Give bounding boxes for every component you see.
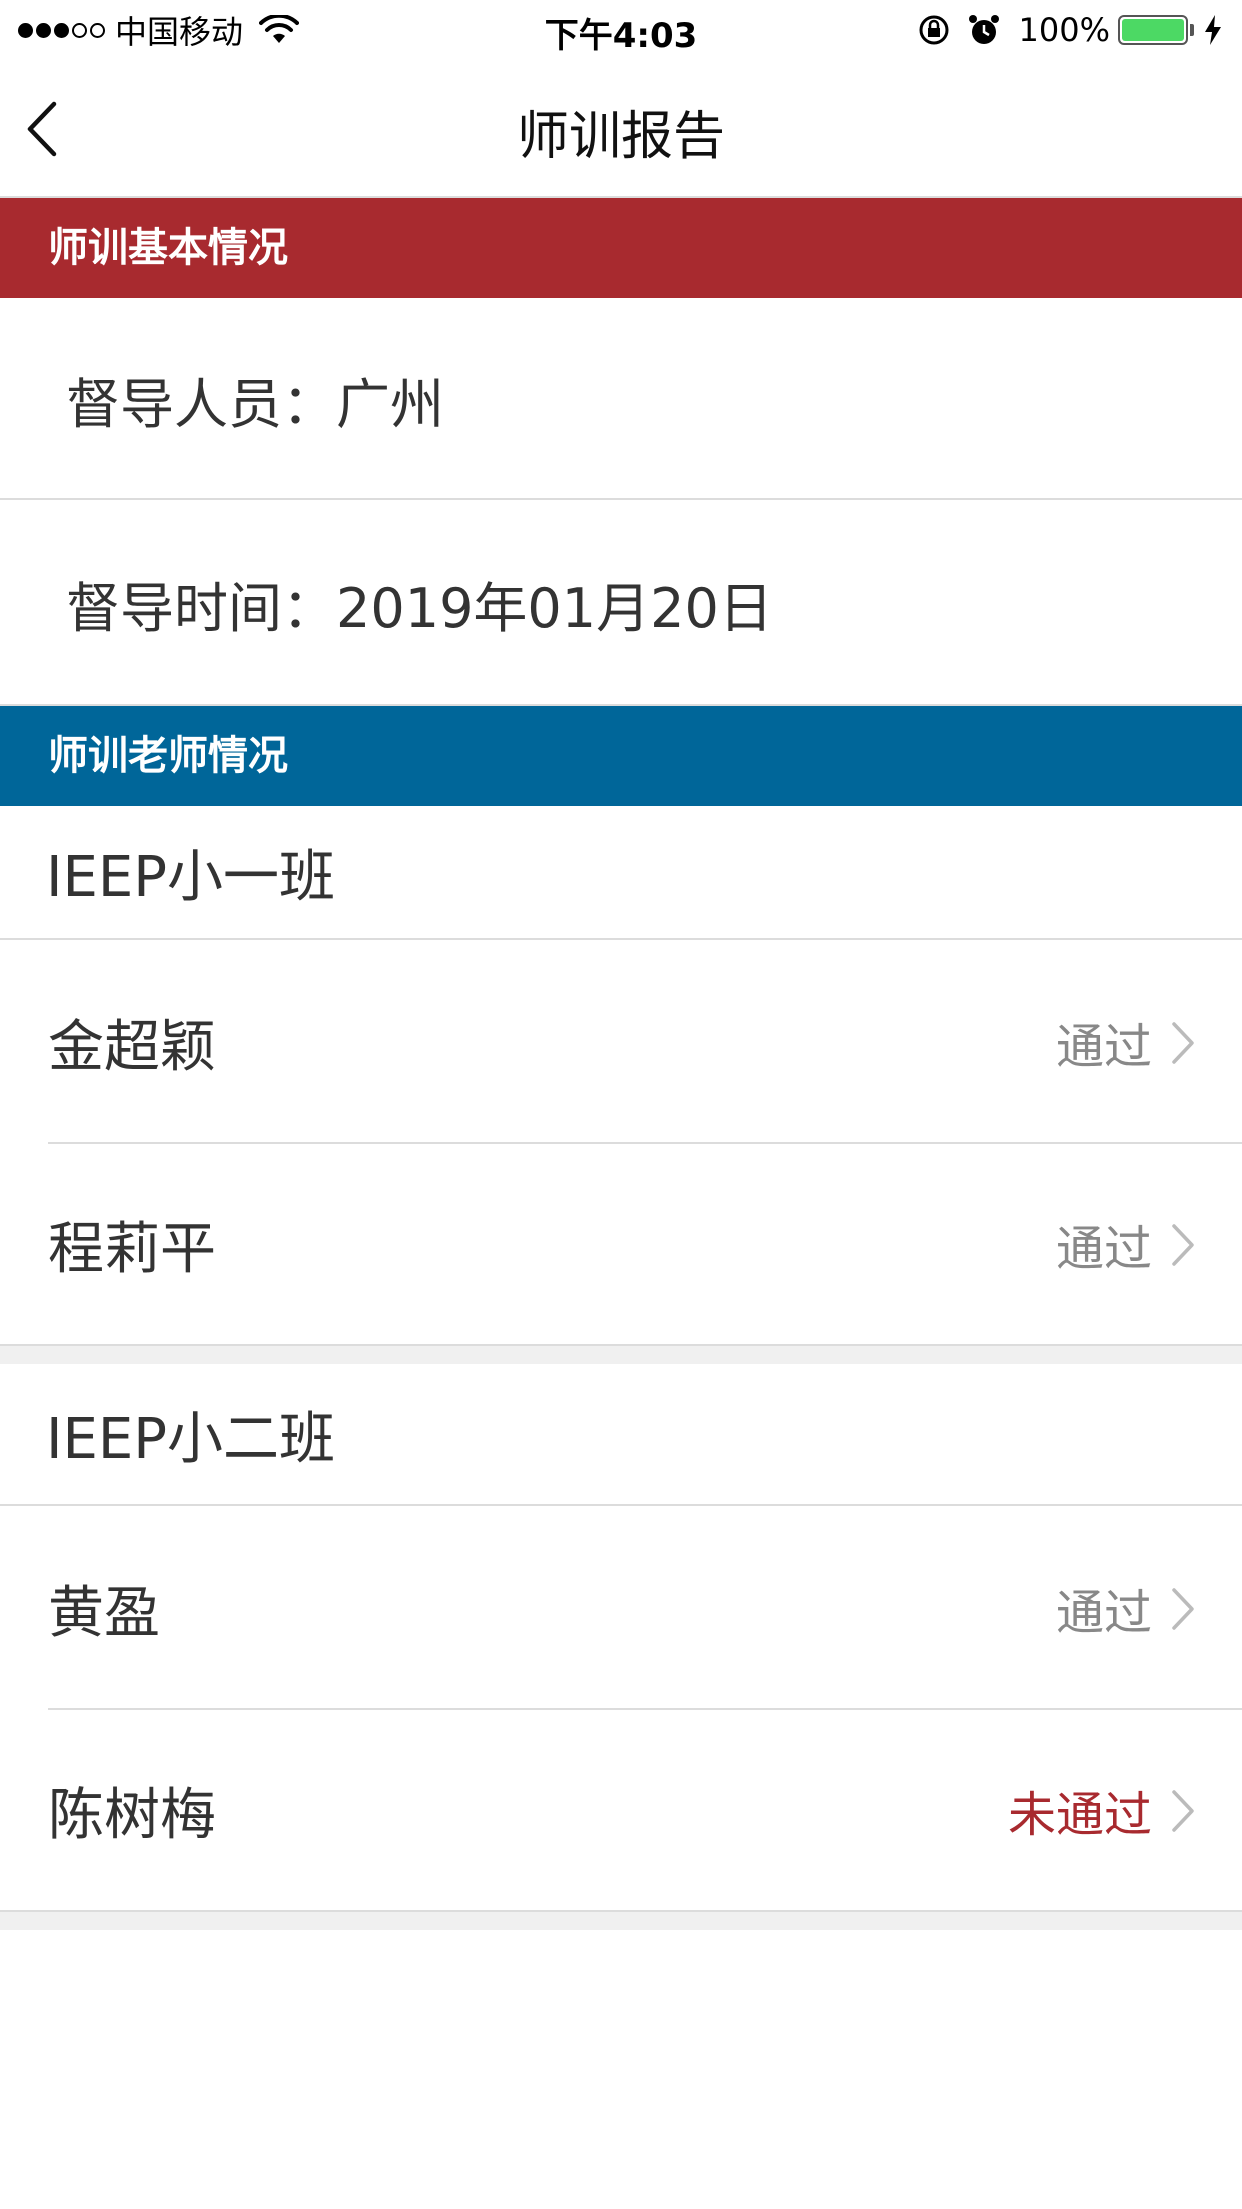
teacher-name: 金超颖 xyxy=(48,1014,216,1080)
group-separator xyxy=(0,1910,1242,1930)
teacher-name: 陈树梅 xyxy=(48,1782,216,1848)
supervisor-value: 广州 xyxy=(336,372,444,436)
supervisor-label: 督导人员： xyxy=(66,372,336,436)
group-separator xyxy=(0,1344,1242,1364)
teacher-row[interactable]: 金超颖 通过 xyxy=(0,942,1242,1142)
charging-icon xyxy=(1205,15,1221,45)
teacher-status: 通过 xyxy=(1055,1585,1152,1641)
teacher-status: 通过 xyxy=(1055,1019,1152,1075)
supervisor-row: 督导人员： 广州 xyxy=(0,300,1242,500)
battery-percentage: 100% xyxy=(1018,11,1110,49)
teacher-name: 黄盈 xyxy=(48,1580,160,1646)
rotation-lock-icon xyxy=(919,15,949,45)
chevron-right-icon xyxy=(1172,1588,1194,1630)
battery-tip xyxy=(1190,24,1194,36)
chevron-right-icon xyxy=(1172,1022,1194,1064)
status-bar: 中国移动 下午4:03 100% xyxy=(0,0,1242,60)
alarm-icon xyxy=(968,15,999,44)
nav-bar: 师训报告 xyxy=(0,60,1242,198)
teacher-row[interactable]: 程莉平 通过 xyxy=(0,1144,1242,1344)
battery-icon xyxy=(1118,15,1188,45)
supervision-time-value: 2019年01月20日 xyxy=(336,576,773,640)
class-title: IEEP小一班 xyxy=(0,806,1242,940)
status-bar-right: 100% xyxy=(917,10,1224,50)
teacher-row[interactable]: 黄盈 通过 xyxy=(0,1508,1242,1708)
supervision-time-row: 督导时间： 2019年01月20日 xyxy=(0,502,1242,706)
class-title: IEEP小二班 xyxy=(0,1364,1242,1506)
teacher-status: 通过 xyxy=(1055,1221,1152,1277)
supervision-time-label: 督导时间： xyxy=(66,576,336,640)
section-header-teachers: 师训老师情况 xyxy=(0,706,1242,806)
teacher-row[interactable]: 陈树梅 未通过 xyxy=(0,1710,1242,1910)
chevron-right-icon xyxy=(1172,1790,1194,1832)
teacher-status: 未通过 xyxy=(1007,1787,1152,1843)
teacher-name: 程莉平 xyxy=(48,1216,216,1282)
chevron-right-icon xyxy=(1172,1224,1194,1266)
section-header-basic-info: 师训基本情况 xyxy=(0,198,1242,298)
page-title: 师训报告 xyxy=(516,107,725,167)
